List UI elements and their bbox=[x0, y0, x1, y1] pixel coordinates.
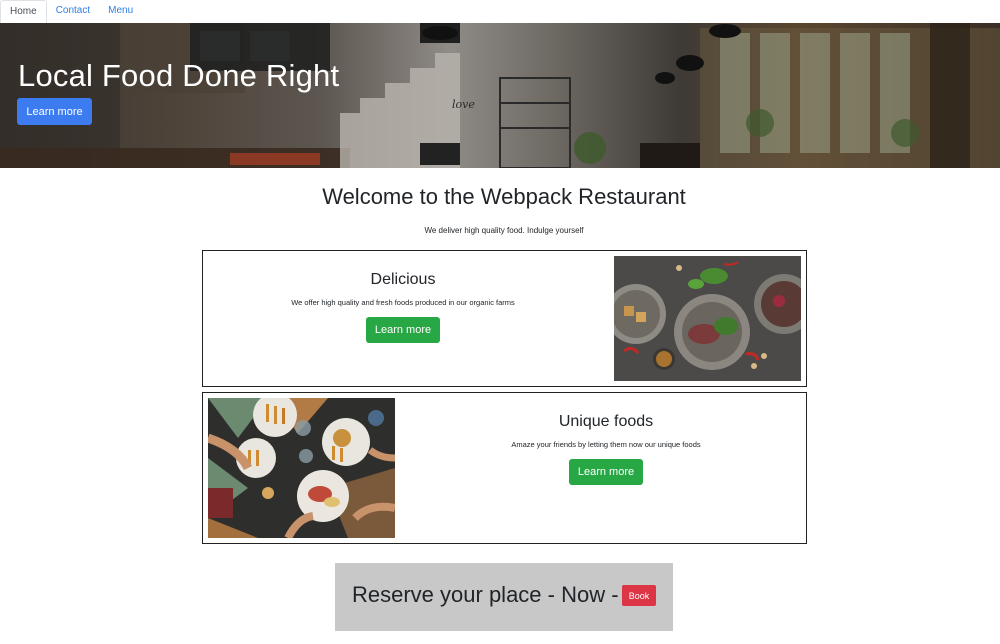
feature-card-delicious: Delicious We offer high quality and fres… bbox=[202, 250, 807, 387]
card-description: We offer high quality and fresh foods pr… bbox=[291, 298, 515, 307]
welcome-title: Welcome to the Webpack Restaurant bbox=[322, 184, 686, 209]
hero-learn-more-button[interactable]: Learn more bbox=[17, 98, 92, 125]
nav-tabs: Home Contact Menu bbox=[0, 0, 1000, 23]
hero-banner: love Local Food Done Right Learn more bbox=[0, 23, 1000, 168]
feature-card-unique-foods: Unique foods Amaze your friends by letti… bbox=[202, 392, 807, 544]
reserve-banner: Reserve your place - Now - Book bbox=[335, 563, 673, 631]
welcome-subtitle: We deliver high quality food. Indulge yo… bbox=[424, 226, 584, 235]
food-plates-image bbox=[614, 256, 801, 381]
book-button[interactable]: Book bbox=[622, 585, 656, 606]
card-text: Delicious We offer high quality and fres… bbox=[263, 271, 543, 343]
dining-table-image bbox=[208, 398, 395, 538]
card-title: Delicious bbox=[370, 271, 436, 288]
reserve-text: Reserve your place - Now - bbox=[352, 582, 619, 607]
card-text: Unique foods Amaze your friends by letti… bbox=[466, 413, 746, 485]
delicious-learn-more-button[interactable]: Learn more bbox=[366, 317, 440, 343]
hero-background-image: love bbox=[0, 23, 1000, 168]
card-description: Amaze your friends by letting them now o… bbox=[511, 440, 701, 449]
unique-foods-learn-more-button[interactable]: Learn more bbox=[569, 459, 643, 485]
tab-contact[interactable]: Contact bbox=[47, 0, 99, 23]
hero-title: Local Food Done Right bbox=[18, 58, 340, 93]
tab-menu[interactable]: Menu bbox=[99, 0, 142, 23]
hero-love-sign: love bbox=[452, 98, 475, 111]
card-title: Unique foods bbox=[558, 413, 654, 430]
tab-home[interactable]: Home bbox=[0, 0, 47, 23]
